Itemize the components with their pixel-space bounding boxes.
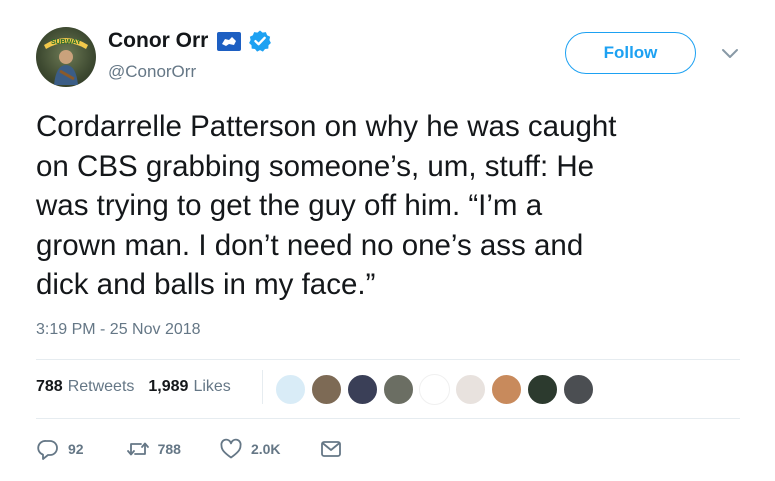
message-action[interactable] xyxy=(319,437,343,461)
verified-badge-icon xyxy=(249,30,272,52)
like-count: 2.0K xyxy=(250,441,281,457)
flag-icon xyxy=(217,31,242,51)
follow-button[interactable]: Follow xyxy=(565,32,696,74)
author-avatar[interactable]: SUBWAY xyxy=(36,27,96,87)
envelope-icon[interactable] xyxy=(319,437,343,461)
tweet-actions: 92 788 2.0K xyxy=(36,437,343,461)
likes-count[interactable]: 1,989 xyxy=(148,378,188,396)
stats-row: 788 Retweets 1,989 Likes xyxy=(36,378,231,396)
liker-avatar-9[interactable] xyxy=(563,374,594,405)
liker-avatar-8[interactable] xyxy=(527,374,558,405)
retweets-label[interactable]: Retweets xyxy=(68,378,135,396)
liker-avatars xyxy=(275,374,599,406)
liker-avatar-snowman[interactable] xyxy=(275,374,306,405)
retweet-icon[interactable] xyxy=(126,437,150,461)
avatar-text: SUBWAY xyxy=(51,39,81,46)
liker-avatar-7[interactable] xyxy=(491,374,522,405)
liker-avatar-rooster[interactable] xyxy=(419,374,450,405)
author-handle[interactable]: @ConorOrr xyxy=(108,62,196,82)
divider-top xyxy=(36,359,740,360)
stats-separator xyxy=(262,370,263,404)
liker-avatar-3[interactable] xyxy=(347,374,378,405)
heart-icon[interactable] xyxy=(219,437,243,461)
liker-avatar-6[interactable] xyxy=(455,374,486,405)
author-display-name[interactable]: Conor Orr xyxy=(108,29,208,53)
retweets-count[interactable]: 788 xyxy=(36,378,63,396)
retweet-action[interactable]: 788 xyxy=(126,437,181,461)
liker-avatar-2[interactable] xyxy=(311,374,342,405)
reply-action[interactable]: 92 xyxy=(36,437,84,461)
chevron-down-icon[interactable] xyxy=(720,47,740,61)
author-name-row: Conor Orr xyxy=(108,27,272,55)
tweet-timestamp[interactable]: 3:19 PM - 25 Nov 2018 xyxy=(36,321,201,339)
reply-count: 92 xyxy=(68,441,84,457)
reply-icon[interactable] xyxy=(36,437,60,461)
tweet-text: Cordarrelle Patterson on why he was caug… xyxy=(36,110,617,301)
like-action[interactable]: 2.0K xyxy=(219,437,281,461)
retweet-count: 788 xyxy=(157,441,181,457)
divider-bottom xyxy=(36,418,740,419)
avatar-illustration: SUBWAY xyxy=(44,38,88,85)
likes-label[interactable]: Likes xyxy=(193,378,230,396)
liker-avatar-4[interactable] xyxy=(383,374,414,405)
